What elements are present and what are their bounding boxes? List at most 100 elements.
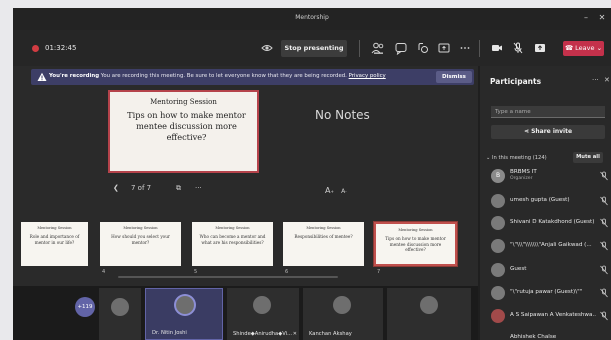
reactions-icon[interactable] — [416, 41, 430, 55]
video-tile[interactable] — [387, 288, 471, 340]
font-smaller-indicator: - — [345, 189, 347, 194]
mute-all-button[interactable]: Mute all — [573, 152, 603, 163]
privacy-policy-link[interactable]: Privacy policy — [349, 73, 386, 79]
thumbnail-number: 7 — [377, 269, 381, 275]
dismiss-button[interactable]: Dismiss — [436, 71, 472, 83]
more-participants-badge[interactable]: +119 — [75, 297, 95, 317]
stop-presenting-button[interactable]: Stop presenting — [281, 40, 347, 57]
teams-meeting-window: Mentorship – ✕ 01:32:45 Stop presenting — [13, 8, 611, 340]
share-screen-icon[interactable] — [533, 41, 547, 55]
avatar: B — [491, 169, 505, 183]
thumbnail-heading: Mentoring Session — [123, 226, 158, 230]
participant-row[interactable]: "\"\\\"\\\\\\\"Anjali Gaikwad (... — [480, 236, 611, 258]
title-bar: Mentorship – ✕ — [13, 8, 611, 30]
participant-role: Organizer — [510, 176, 533, 181]
thumbnail-heading: Mentoring Session — [398, 228, 433, 232]
slide-more-options[interactable]: ··· — [195, 184, 202, 192]
thumbnail-body: How should you select your mentor? — [111, 234, 170, 245]
more-actions-icon[interactable] — [458, 41, 472, 55]
in-meeting-section-header[interactable]: ⌄ In this meeting (124) — [486, 155, 547, 161]
meeting-toolbar: 01:32:45 Stop presenting ☎ Leave ⌄ — [13, 30, 611, 66]
current-slide: Mentoring Session Tips on how to make me… — [108, 90, 259, 173]
avatar — [491, 239, 505, 253]
thumbnail-body: Responsibilities of mentee? — [294, 234, 353, 239]
video-tile[interactable] — [99, 288, 141, 340]
phone-icon: ☎ — [564, 44, 576, 52]
leave-button[interactable]: ☎ Leave ⌄ — [563, 41, 604, 56]
avatar — [491, 309, 505, 323]
avatar — [491, 263, 505, 277]
mic-off-icon — [600, 241, 608, 251]
participant-row[interactable]: Shivani D Katakdhond (Guest) — [480, 213, 611, 235]
avatar — [176, 296, 194, 314]
thumbnail-number: 5 — [194, 269, 198, 275]
participant-name: "\"rutuja pawar (Guest)\"" — [510, 289, 583, 295]
video-tile-active-speaker[interactable]: Dr. Nitin Joshi — [145, 288, 223, 340]
font-larger-indicator: + — [330, 189, 334, 194]
participant-search-input[interactable] — [491, 106, 605, 118]
participant-row[interactable]: "\"rutuja pawar (Guest)\"" — [480, 283, 611, 305]
panel-more-icon[interactable]: ··· — [592, 76, 599, 84]
eye-icon[interactable] — [261, 42, 273, 54]
participant-row[interactable]: Abhishek Chalse — [480, 328, 611, 340]
tile-name: Shinde◆Anirudha◆Vi... — [233, 331, 293, 337]
recording-banner-message: You are recording this meeting. Be sure … — [100, 73, 347, 79]
participant-name: BRBMS IT — [510, 169, 537, 175]
slide-body: Tips on how to make mentor mentee discus… — [127, 110, 246, 142]
toolbar-divider — [359, 40, 360, 57]
participant-row[interactable]: B BRBMS IT Organizer — [480, 166, 611, 188]
avatar — [111, 298, 129, 316]
slides-grid-icon[interactable]: ⧉ — [176, 184, 181, 193]
recording-banner: You're recording You are recording this … — [31, 69, 474, 85]
thumbnail-body: Role and importance of mentor in our lif… — [29, 234, 80, 245]
mic-off-icon — [600, 311, 608, 321]
participant-name: Abhishek Chalse — [510, 334, 557, 340]
participant-name: Guest — [510, 266, 527, 272]
in-meeting-count: In this meeting (124) — [492, 155, 547, 161]
previous-slide-icon[interactable]: ❮ — [113, 184, 119, 192]
thumbnail-number: 6 — [285, 269, 289, 275]
mic-off-icon — [600, 171, 608, 181]
slide-thumbnail[interactable]: Mentoring Session How should you select … — [100, 222, 181, 266]
thumbnail-scrollbar[interactable] — [118, 276, 338, 278]
slide-thumbnail-selected[interactable]: Mentoring Session Tips on how to make me… — [374, 222, 457, 266]
leave-label: Leave — [575, 44, 595, 52]
share-invite-button[interactable]: ⋖ Share invite — [491, 125, 605, 139]
thumbnail-heading: Mentoring Session — [306, 226, 341, 230]
recording-banner-text: You're recording You are recording this … — [49, 73, 386, 79]
notes-placeholder: No Notes — [315, 108, 370, 122]
share-tray-icon[interactable] — [437, 41, 451, 55]
tile-name: Kanchan Akshay — [309, 331, 352, 337]
warning-icon — [37, 72, 47, 81]
chat-icon[interactable] — [394, 41, 408, 55]
thumbnail-body: Who can become a mentor and what are his… — [199, 234, 266, 245]
participant-row[interactable]: Guest — [480, 260, 611, 282]
recording-indicator-icon — [32, 45, 39, 52]
participant-row[interactable]: A S Saipawan A Venkateshwa... — [480, 306, 611, 328]
thumbnail-body: Tips on how to make mentor mentee discus… — [385, 236, 446, 252]
participant-row[interactable]: umesh gupta (Guest) — [480, 191, 611, 213]
camera-icon[interactable] — [490, 41, 504, 55]
avatar — [333, 296, 351, 314]
slide-position: 7 of 7 — [131, 184, 152, 192]
video-tile[interactable]: Kanchan Akshay — [303, 288, 383, 340]
video-tile[interactable]: Shinde◆Anirudha◆Vi... ✕ — [227, 288, 299, 340]
meeting-timer: 01:32:45 — [45, 44, 77, 52]
mic-off-icon — [600, 218, 608, 228]
chevron-down-icon: ⌄ — [594, 44, 603, 52]
slide-thumbnail[interactable]: Mentoring Session Responsibilities of me… — [283, 222, 364, 266]
avatar — [491, 194, 505, 208]
participant-name: A S Saipawan A Venkateshwa... — [510, 312, 596, 318]
slide-thumbnail[interactable]: Mentoring Session Role and importance of… — [21, 222, 88, 266]
window-title: Mentorship — [295, 14, 329, 21]
close-window-icon[interactable]: ✕ — [596, 12, 608, 24]
font-size-controls: A+ A- — [325, 186, 347, 195]
minimize-icon[interactable]: – — [580, 12, 592, 24]
slide-thumbnail[interactable]: Mentoring Session Who can become a mento… — [192, 222, 273, 266]
participants-icon[interactable] — [371, 41, 385, 55]
slide-heading: Mentoring Session — [150, 98, 217, 106]
close-icon[interactable]: ✕ — [604, 76, 610, 84]
participants-panel: Participants ··· ✕ ⋖ Share invite ⌄ In t… — [480, 66, 611, 340]
mic-off-icon[interactable] — [511, 41, 525, 55]
avatar — [491, 286, 505, 300]
